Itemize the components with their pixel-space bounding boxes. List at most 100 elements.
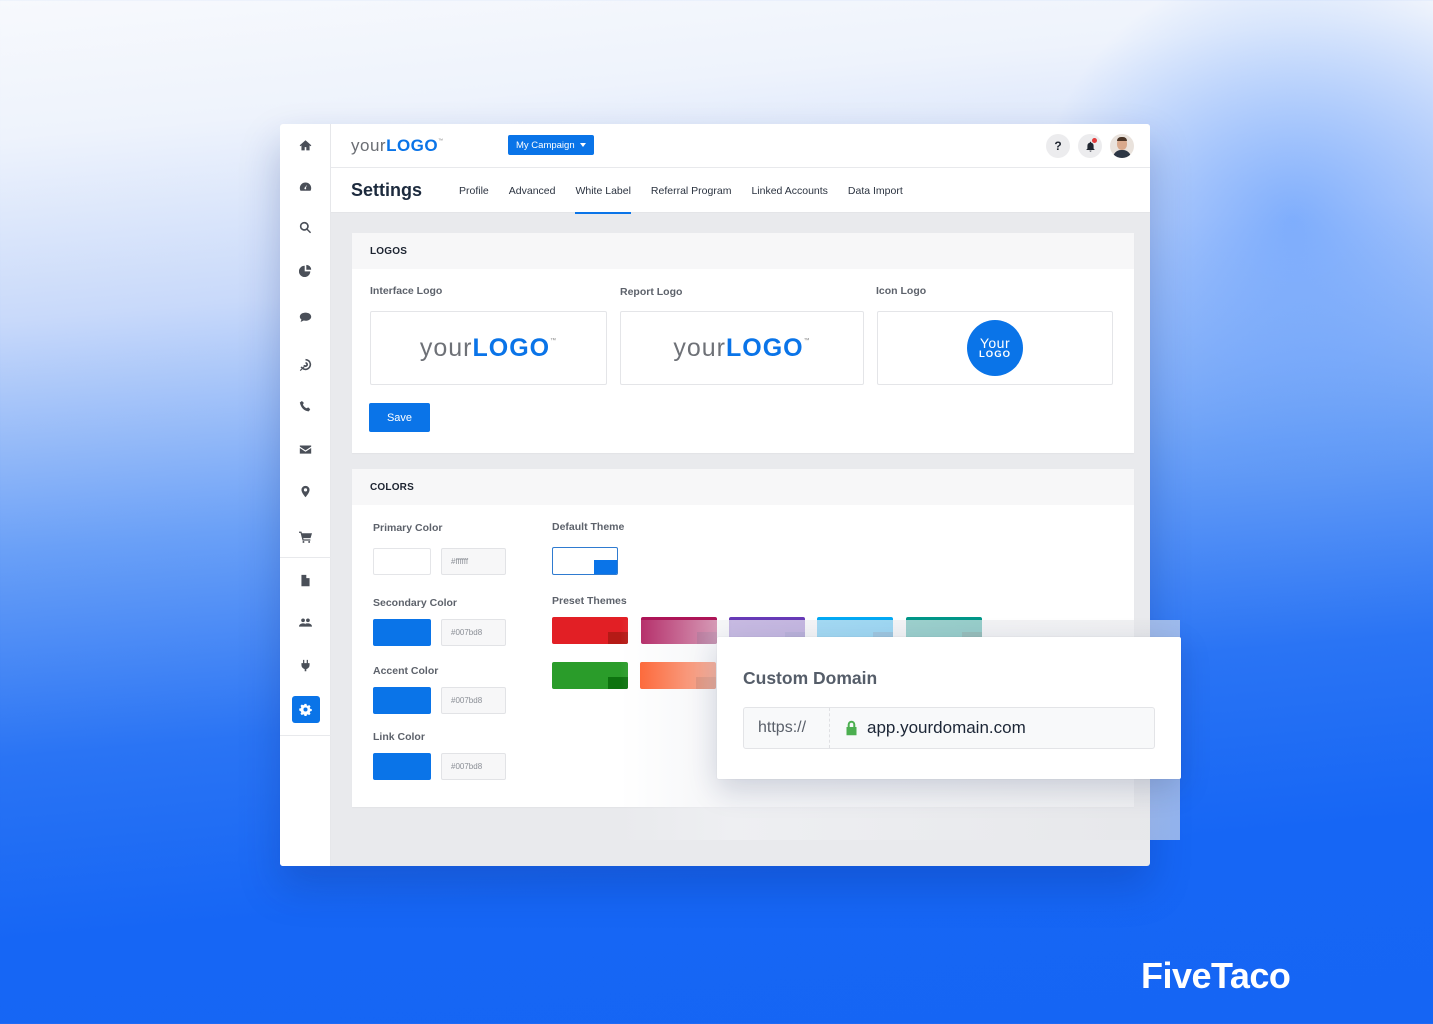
top-bar: yourLOGO™ My Campaign ? [331, 124, 1150, 168]
secondary-color-input[interactable] [441, 619, 506, 646]
default-theme-option[interactable] [552, 547, 618, 575]
phone-icon [299, 400, 311, 411]
user-avatar[interactable] [1110, 134, 1134, 158]
preset-theme-accent [608, 677, 628, 689]
users-icon [299, 617, 312, 627]
chat-icon [299, 312, 312, 322]
pie-chart-icon [299, 264, 312, 277]
notifications-button[interactable] [1078, 134, 1102, 158]
default-theme-accent [594, 560, 617, 574]
interface-logo-label: Interface Logo [370, 285, 443, 297]
report-logo-image: yourLOGO™ [673, 334, 810, 363]
sidebar-item-calls[interactable] [280, 391, 331, 421]
link-color-swatch[interactable] [373, 753, 431, 780]
target-icon [299, 358, 312, 371]
logo-your: your [419, 333, 473, 362]
report-logo-upload[interactable]: yourLOGO™ [620, 311, 864, 385]
brand-logo-tm: ™ [438, 138, 444, 144]
sidebar [280, 124, 331, 866]
report-logo-label: Report Logo [620, 286, 683, 298]
help-icon: ? [1054, 139, 1062, 153]
primary-color-swatch[interactable] [373, 548, 431, 575]
dashboard-icon [299, 181, 312, 191]
accent-color-swatch[interactable] [373, 687, 431, 714]
header-actions: ? [1046, 134, 1134, 158]
custom-domain-title: Custom Domain [743, 668, 878, 688]
avatar-body [1113, 150, 1131, 158]
sidebar-item-search[interactable] [280, 212, 331, 242]
cart-icon [299, 531, 312, 543]
sidebar-item-local[interactable] [280, 476, 331, 506]
location-pin-icon [301, 485, 310, 497]
logo-logo: LOGO [472, 333, 551, 362]
colors-heading: COLORS [352, 469, 1134, 505]
preset-theme-1[interactable] [552, 617, 628, 644]
sidebar-item-integrations[interactable] [280, 650, 331, 680]
gear-icon [299, 703, 312, 716]
sidebar-item-reports[interactable] [280, 255, 331, 285]
help-button[interactable]: ? [1046, 134, 1070, 158]
sidebar-item-users[interactable] [280, 607, 331, 637]
fivetaco-watermark: FiveTaco [1141, 955, 1291, 996]
preset-theme-6[interactable] [552, 662, 628, 689]
logo-tm: ™ [803, 337, 811, 344]
domain-protocol-prefix: https:// [744, 708, 830, 748]
settings-header: Settings Profile Advanced White Label Re… [331, 168, 1150, 214]
interface-logo-upload[interactable]: yourLOGO™ [370, 311, 607, 385]
domain-value-wrap: app.yourdomain.com [830, 718, 1026, 738]
brand-logo[interactable]: yourLOGO™ [351, 136, 444, 156]
settings-active-bg [291, 695, 320, 723]
preset-theme-2[interactable] [641, 617, 717, 644]
logo-logo: LOGO [726, 333, 804, 362]
secondary-color-label: Secondary Color [373, 597, 458, 609]
logos-card: LOGOS Interface Logo Report Logo Icon Lo… [352, 233, 1134, 453]
domain-value: app.yourdomain.com [867, 718, 1026, 737]
sidebar-item-settings[interactable] [280, 694, 331, 724]
icon-logo-label: Icon Logo [876, 285, 927, 297]
logo-your: your [673, 333, 727, 362]
tab-white-label[interactable]: White Label [565, 168, 640, 214]
accent-color-label: Accent Color [373, 665, 439, 677]
icon-logo-upload[interactable]: Your LOGO [877, 311, 1113, 385]
plug-icon [301, 659, 310, 671]
envelope-icon [299, 444, 312, 454]
interface-logo-image: yourLOGO™ [420, 334, 557, 363]
tab-linked-accounts[interactable]: Linked Accounts [741, 168, 837, 213]
brand-logo-your: your [351, 136, 387, 155]
home-icon [299, 139, 312, 150]
preset-theme-7[interactable] [640, 662, 716, 689]
avatar-hair [1117, 137, 1127, 141]
sidebar-item-home[interactable] [280, 130, 331, 160]
sidebar-item-dashboard[interactable] [280, 171, 331, 201]
sidebar-item-email[interactable] [280, 434, 331, 464]
primary-color-label: Primary Color [373, 522, 443, 534]
notification-badge [1092, 138, 1097, 143]
icon-logo-line2: LOGO [979, 349, 1011, 361]
secondary-color-swatch[interactable] [373, 619, 431, 646]
custom-domain-input[interactable]: https:// app.yourdomain.com [743, 707, 1155, 749]
tab-profile[interactable]: Profile [449, 168, 499, 213]
custom-domain-card: Custom Domain https:// app.yourdomain.co… [717, 637, 1181, 779]
link-color-input[interactable] [441, 753, 506, 780]
tab-data-import[interactable]: Data Import [838, 168, 913, 213]
sidebar-item-chat[interactable] [280, 302, 331, 332]
save-button[interactable]: Save [369, 403, 430, 432]
logos-heading: LOGOS [352, 233, 1134, 269]
brand-logo-logo: LOGO [386, 136, 439, 155]
preset-themes-label: Preset Themes [552, 595, 627, 607]
tab-referral-program[interactable]: Referral Program [641, 168, 742, 213]
preset-theme-accent [697, 632, 717, 644]
campaign-selector[interactable]: My Campaign [508, 135, 594, 155]
accent-color-input[interactable] [441, 687, 506, 714]
tab-advanced[interactable]: Advanced [499, 168, 566, 213]
default-theme-label: Default Theme [552, 521, 625, 533]
search-icon [299, 221, 312, 233]
sidebar-item-documents[interactable] [280, 565, 331, 595]
chevron-down-icon [579, 143, 586, 147]
link-color-label: Link Color [373, 731, 425, 743]
sidebar-item-targeting[interactable] [280, 349, 331, 379]
primary-color-input[interactable] [441, 548, 506, 575]
preset-theme-accent [608, 632, 628, 644]
sidebar-item-ecommerce[interactable] [280, 521, 331, 551]
preset-theme-accent [696, 677, 716, 689]
